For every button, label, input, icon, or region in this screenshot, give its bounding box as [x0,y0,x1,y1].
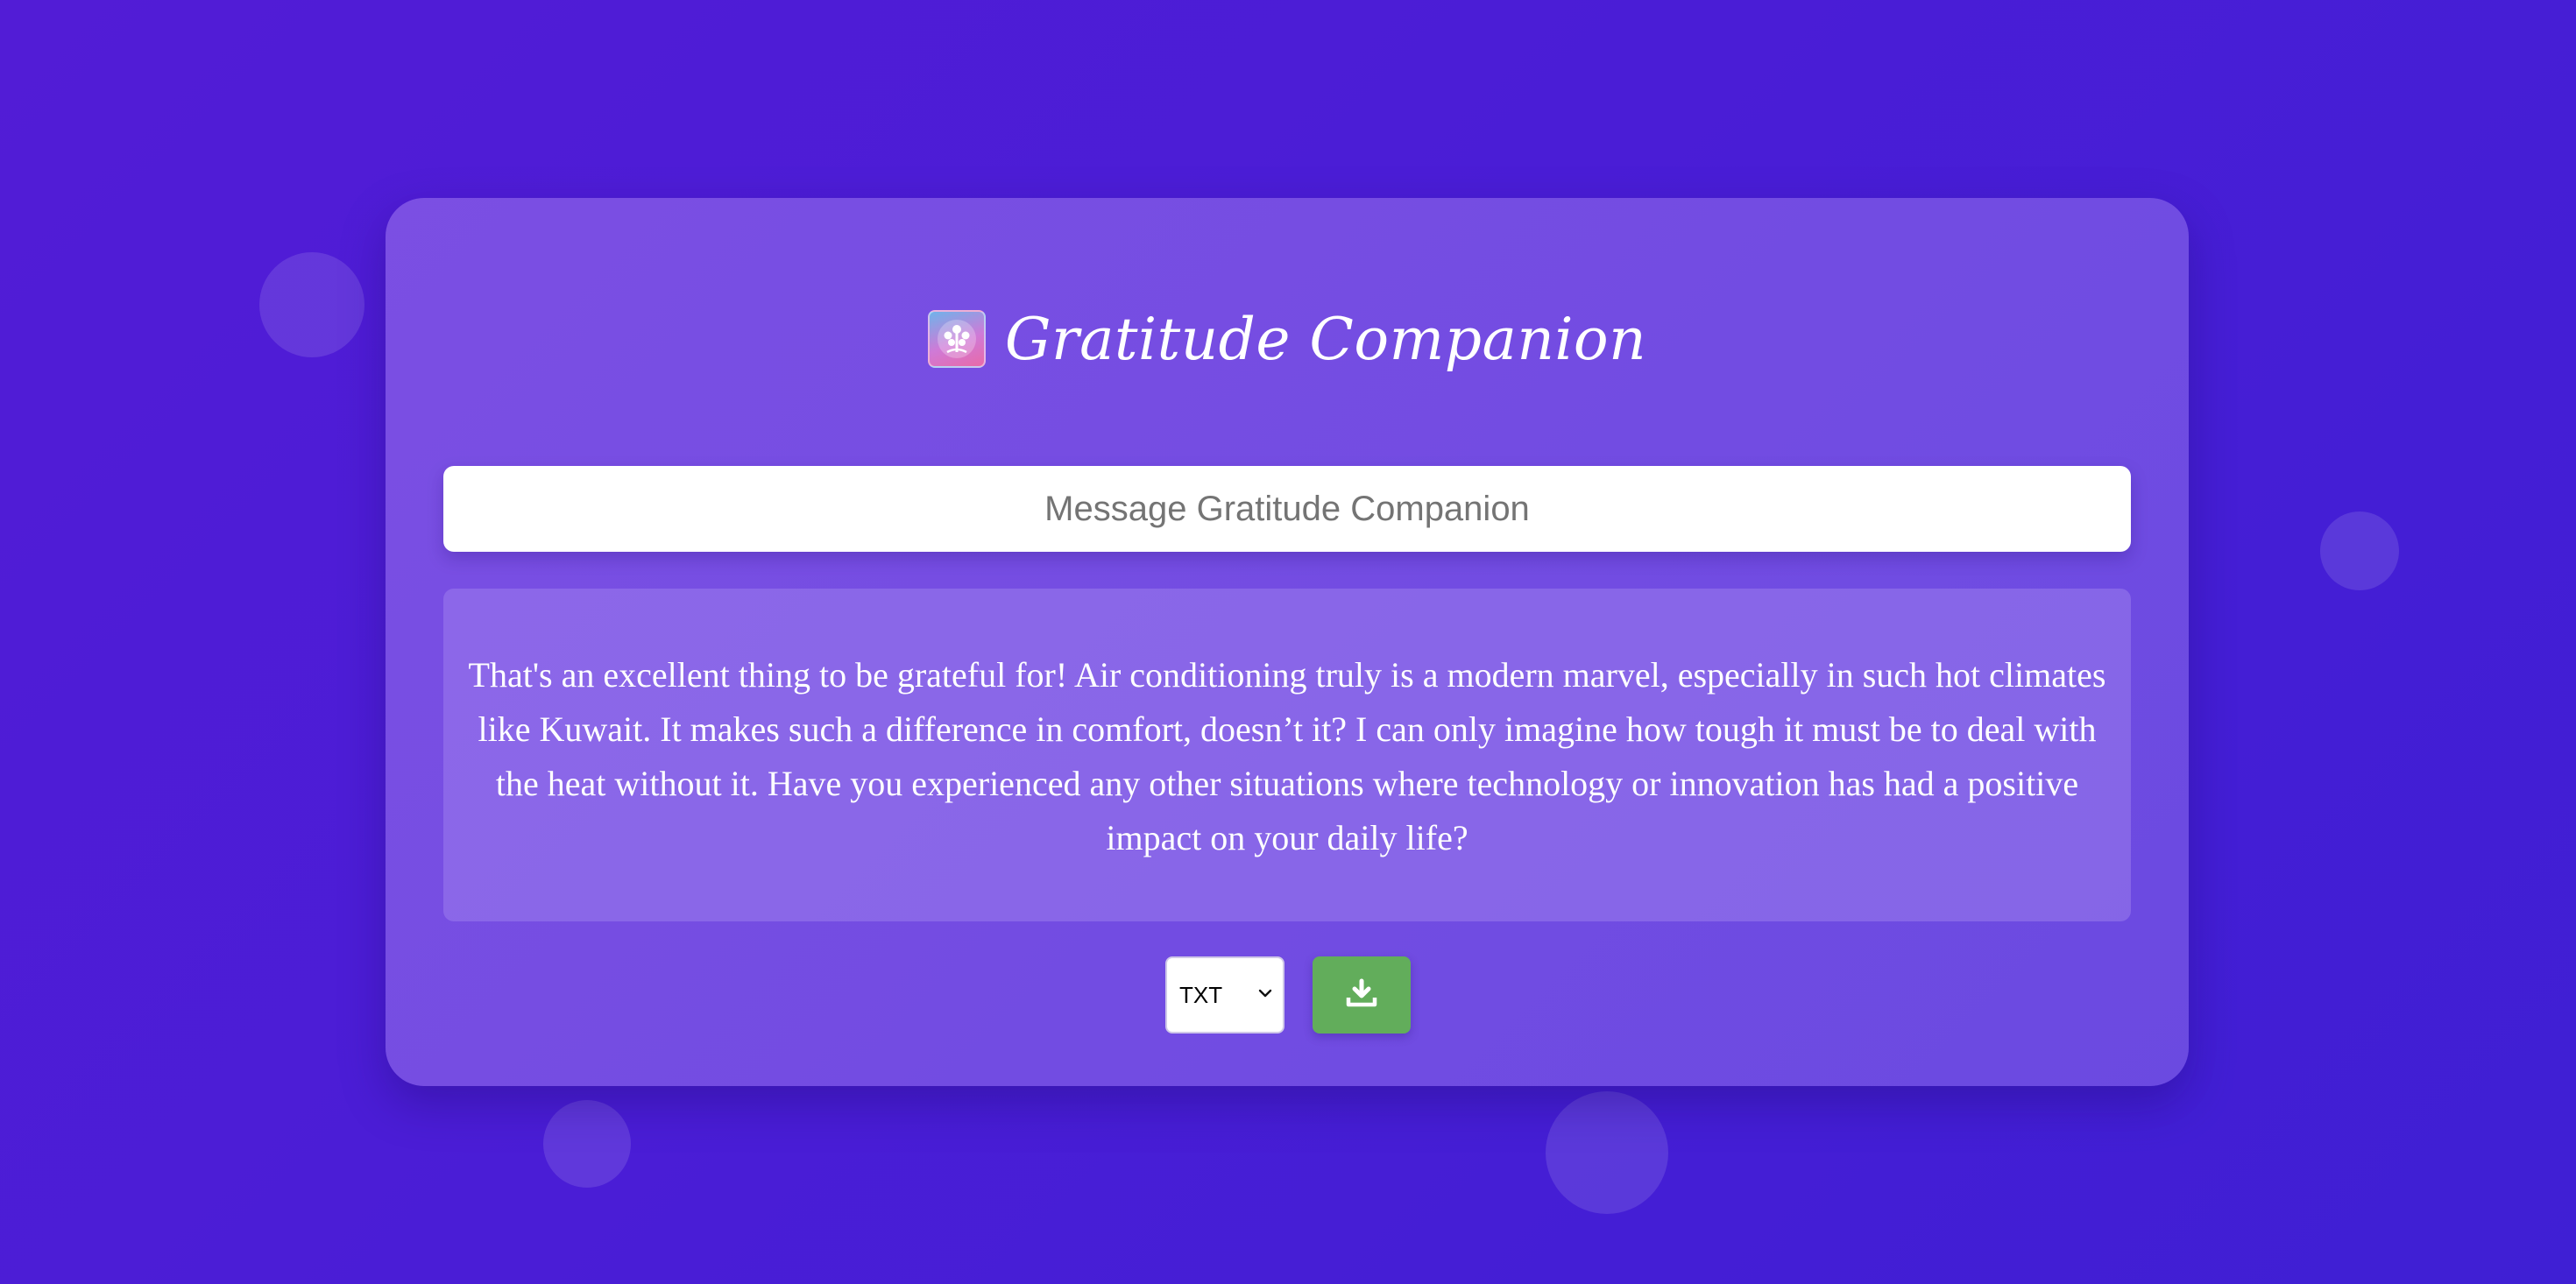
format-select[interactable]: TXT [1165,956,1284,1034]
decorative-bubble [2320,511,2399,590]
format-select-value: TXT [1179,981,1223,1008]
decorative-bubble [1546,1091,1668,1214]
download-button[interactable] [1313,956,1411,1034]
assistant-response: That's an excellent thing to be grateful… [443,589,2131,921]
chat-card: Gratitude Companion That's an excellent … [386,198,2189,1086]
decorative-bubble [543,1100,631,1188]
page-title: Gratitude Companion [1004,305,1647,373]
response-text: That's an excellent thing to be grateful… [468,655,2106,857]
chevron-down-icon [1258,987,1272,1003]
message-input[interactable] [443,466,2131,552]
header: Gratitude Companion [386,293,2189,385]
tree-logo-icon [927,310,986,368]
download-icon [1346,978,1377,1012]
decorative-bubble [259,252,364,357]
export-controls: TXT [386,956,2189,1037]
